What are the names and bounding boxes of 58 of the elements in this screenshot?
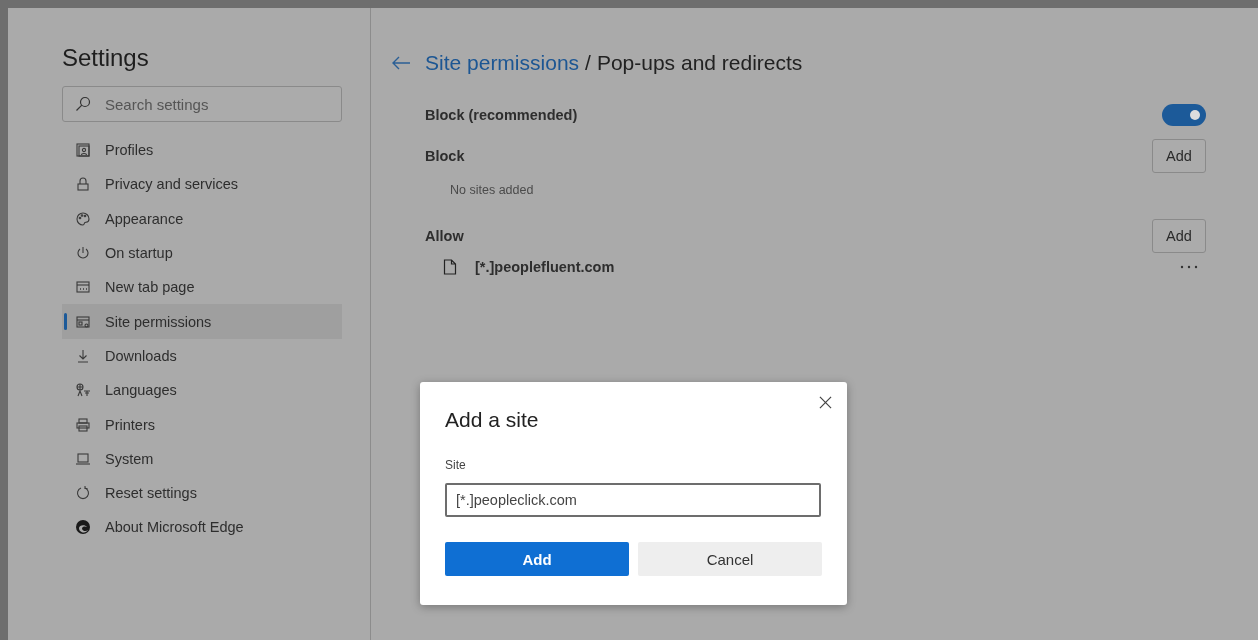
breadcrumb-link[interactable]: Site permissions (425, 51, 580, 75)
sidebar-item[interactable]: Appearance (62, 201, 342, 236)
sidebar-item-label: Reset settings (105, 485, 197, 502)
selection-indicator (64, 313, 67, 331)
sidebar-item-label: Downloads (105, 347, 177, 364)
breadcrumb-separator: / (585, 51, 591, 75)
laptop-icon (75, 450, 91, 467)
sidebar-item[interactable]: Reset settings (62, 475, 342, 511)
sidebar-item[interactable]: About Microsoft Edge (62, 510, 342, 545)
download-icon (75, 347, 91, 364)
sidebar-item[interactable]: Privacy and services (62, 167, 342, 202)
section-title: Block (425, 148, 465, 164)
lock-icon (75, 176, 91, 193)
palette-icon (75, 210, 91, 227)
dialog-title: Add a site (445, 408, 540, 432)
section-title: Allow (425, 228, 464, 244)
power-icon (75, 245, 91, 262)
add-button[interactable]: Add (1152, 139, 1206, 173)
sidebar-item[interactable]: Downloads (62, 338, 342, 374)
sidebar-item-label: New tab page (105, 279, 195, 296)
browser-logo-icon (75, 519, 91, 536)
sidebar-item[interactable]: On startup (62, 235, 342, 271)
setting-label: Block (recommended) (425, 107, 578, 123)
sidebar-item[interactable]: New tab page (62, 270, 342, 305)
sidebar-item[interactable]: Languages (62, 373, 342, 408)
page-icon (443, 259, 457, 275)
toggle-switch[interactable] (1162, 104, 1206, 126)
sidebar-title: Settings (62, 44, 150, 72)
back-arrow-icon[interactable] (391, 55, 411, 71)
cancel-button[interactable]: Cancel (638, 542, 822, 576)
sidebar-item-label: About Microsoft Edge (105, 519, 244, 536)
page-title: Pop-ups and redirects (596, 51, 803, 75)
sidebar-item[interactable]: Printers (62, 407, 342, 442)
more-options-icon[interactable] (1180, 265, 1198, 269)
site-settings-icon (75, 313, 91, 330)
sidebar-item-label: On startup (105, 245, 173, 262)
sidebar-item-label: Privacy and services (105, 176, 238, 193)
empty-message: No sites added (449, 183, 535, 197)
site-input-field[interactable]: [*.]peopleclick.com (445, 483, 821, 517)
new-tab-icon (75, 279, 91, 296)
close-icon[interactable] (819, 396, 832, 409)
sidebar-item-label: Profiles (105, 142, 154, 159)
add-button[interactable]: Add (445, 542, 629, 576)
sidebar-item-label: System (105, 450, 154, 467)
search-field[interactable]: Search settings (62, 86, 342, 122)
sidebar-item[interactable]: Profiles (62, 133, 342, 168)
add-button[interactable]: Add (1152, 219, 1206, 253)
sidebar-item-label: Site permissions (105, 313, 212, 330)
reset-icon (75, 485, 91, 502)
field-label: Site (445, 458, 467, 472)
profile-icon (75, 142, 91, 159)
sidebar-item-label: Appearance (105, 210, 184, 227)
sidebar-item[interactable]: Site permissions (62, 304, 342, 339)
sidebar-item-label: Printers (105, 416, 155, 433)
site-name: [*.]peoplefluent.com (475, 259, 615, 275)
sidebar-item[interactable]: System (62, 441, 342, 476)
sidebar-item-label: Languages (105, 382, 177, 399)
printer-icon (75, 416, 91, 433)
